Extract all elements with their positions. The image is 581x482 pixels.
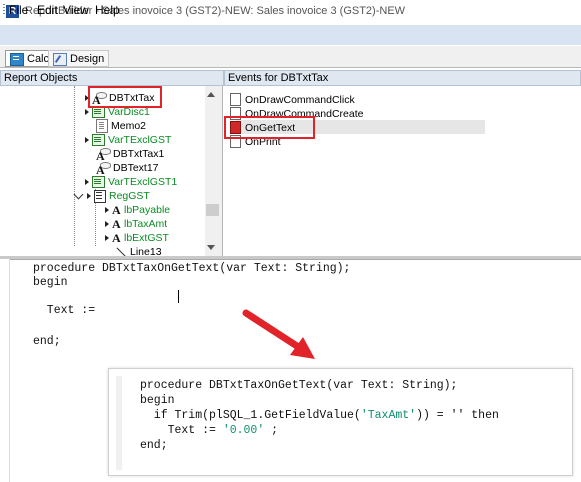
- tree-arrow-icon: [87, 193, 91, 199]
- editor-line-4: Text :=: [33, 304, 96, 317]
- tree-item-label: lbTaxAmt: [124, 218, 168, 230]
- variable-icon: [92, 176, 105, 188]
- events-header: Events for DBTxtTax: [224, 70, 581, 86]
- tree-arrow-icon: [105, 235, 109, 241]
- calculator-icon: [10, 52, 24, 66]
- menu-help[interactable]: Help: [95, 3, 120, 17]
- tree-item-reggst[interactable]: RegGST: [73, 189, 150, 203]
- editor-line-6: end;: [33, 335, 61, 348]
- tree-scrollbar[interactable]: [205, 86, 222, 256]
- example-string: '0.00': [222, 424, 265, 437]
- menu-edit[interactable]: Edit: [37, 3, 58, 17]
- example-code: Text :=: [140, 424, 223, 437]
- tree-item-dbtext17[interactable]: DBText17: [96, 161, 159, 176]
- event-page-icon: [230, 93, 241, 106]
- tree-guide-line: [74, 86, 75, 246]
- tree-item-label: RegGST: [109, 190, 150, 202]
- scroll-up-icon[interactable]: [207, 92, 215, 97]
- variable-icon: [92, 134, 105, 146]
- editor-line-1: procedure DBTxtTaxOnGetText(var Text: St…: [33, 262, 351, 275]
- callout-box-ongettext: [224, 116, 315, 139]
- tree-arrow-icon: [85, 179, 89, 185]
- event-label: OnDrawCommandClick: [245, 93, 355, 106]
- label-icon: A: [112, 202, 121, 217]
- scroll-down-icon[interactable]: [207, 245, 215, 250]
- region-icon: [94, 189, 106, 203]
- tree-item-lbtaxamt[interactable]: A lbTaxAmt: [105, 217, 167, 231]
- tree-item-label: lbPayable: [124, 204, 171, 216]
- design-pencil-icon: [53, 52, 67, 66]
- tree-arrow-icon: [85, 137, 89, 143]
- example-line-4: Text := '0.00' ;: [140, 424, 278, 438]
- tree-item-label: Memo2: [111, 120, 147, 132]
- menu-bar: [0, 25, 581, 45]
- tree-item-lbpayable[interactable]: A lbPayable: [105, 203, 170, 217]
- tree-item-dbtxttax1[interactable]: DBTxtTax1: [96, 147, 165, 162]
- menu-grip-icon[interactable]: [3, 4, 5, 16]
- dbtext-icon: [96, 161, 111, 176]
- tab-calc[interactable]: Calc: [5, 50, 55, 67]
- tree-item-label: VarTExclGST1: [108, 176, 178, 188]
- tree-item-label: DBTxtTax1: [113, 148, 165, 160]
- red-arrow-icon: [242, 309, 315, 359]
- example-code: ;: [264, 424, 279, 437]
- memo-icon: [96, 119, 108, 133]
- scroll-thumb[interactable]: [206, 204, 219, 216]
- example-line-5: end;: [140, 439, 168, 452]
- label-icon: A: [112, 230, 121, 245]
- event-ondrawcommandclick[interactable]: OnDrawCommandClick: [230, 93, 355, 106]
- editor-line-2: begin: [33, 276, 68, 289]
- tree-item-lbextgst[interactable]: A lbExtGST: [105, 231, 169, 245]
- example-line-3: if Trim(plSQL_1.GetFieldValue('TaxAmt'))…: [140, 409, 499, 423]
- tab-calc-label: Calc: [27, 53, 50, 65]
- tree-item-memo2[interactable]: Memo2: [96, 119, 146, 133]
- example-line-2: begin: [140, 394, 175, 407]
- text-caret: [178, 290, 179, 303]
- tab-design-label: Design: [70, 53, 105, 65]
- example-code: if Trim(plSQL_1.GetFieldValue(: [140, 409, 361, 422]
- tree-arrow-icon: [105, 207, 109, 213]
- callout-box-dbtxttax: [88, 86, 162, 108]
- tree-arrow-icon: [85, 109, 89, 115]
- tree-item-vartexclgst[interactable]: VarTExclGST: [85, 133, 171, 147]
- editor-gutter: [0, 259, 10, 482]
- tree-item-label: lbExtGST: [124, 232, 169, 244]
- menu-view[interactable]: View: [63, 3, 89, 17]
- chevron-down-icon[interactable]: [73, 189, 84, 200]
- example-line-1: procedure DBTxtTaxOnGetText(var Text: St…: [140, 379, 458, 392]
- tree-item-vartexclgst1[interactable]: VarTExclGST1: [85, 175, 177, 189]
- dbtext-icon: [96, 147, 111, 162]
- report-objects-header: Report Objects: [0, 70, 224, 86]
- tree-item-label: DBText17: [113, 162, 159, 174]
- tree-item-label: VarTExclGST: [108, 134, 172, 146]
- label-icon: A: [112, 216, 121, 231]
- example-string: 'TaxAmt': [360, 409, 417, 422]
- example-code: )) = '' then: [416, 409, 499, 422]
- menu-file[interactable]: File: [9, 3, 28, 17]
- tree-arrow-icon: [105, 221, 109, 227]
- tab-design[interactable]: Design: [48, 50, 110, 67]
